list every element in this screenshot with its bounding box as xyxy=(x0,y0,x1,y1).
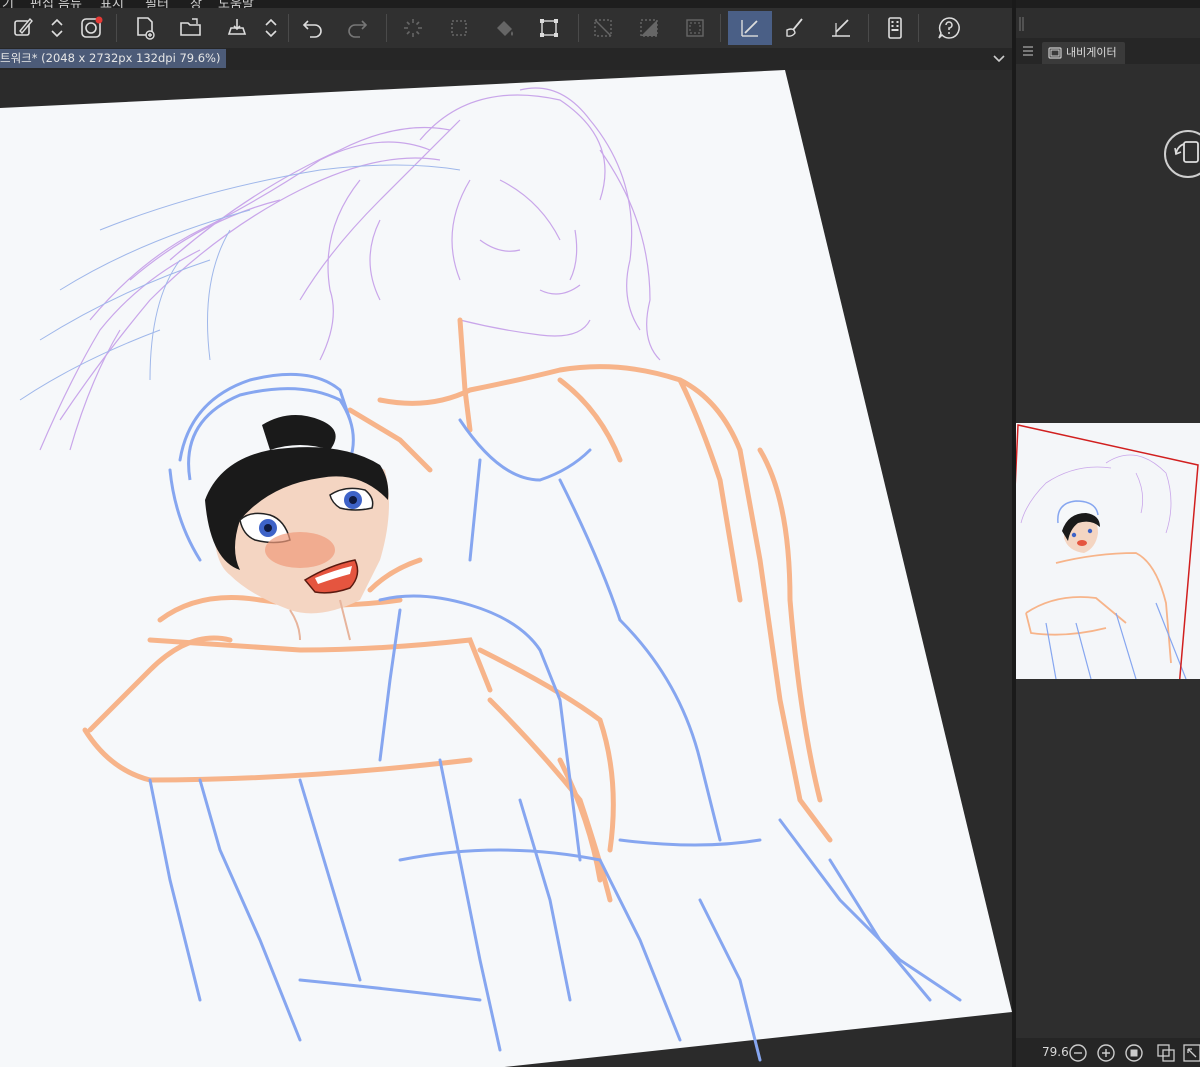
undo-icon[interactable] xyxy=(296,11,330,45)
zoom-in-icon[interactable] xyxy=(1096,1043,1116,1063)
updown-icon[interactable] xyxy=(40,11,74,45)
chevron-down-icon[interactable] xyxy=(990,50,1008,68)
new-file-icon[interactable] xyxy=(128,11,162,45)
zoom-out-icon[interactable] xyxy=(1068,1043,1088,1063)
loading-icon[interactable] xyxy=(396,11,430,45)
rotate-view-button[interactable] xyxy=(1164,130,1200,178)
toolbar-divider xyxy=(116,14,117,42)
selection-border-icon[interactable] xyxy=(678,11,712,45)
document-tab[interactable]: 트워크* (2048 x 2732px 132dpi 79.6%) xyxy=(0,49,227,68)
document-tab-bar: 트워크* (2048 x 2732px 132dpi 79.6%) xyxy=(0,48,1012,70)
drawing-canvas[interactable] xyxy=(0,70,1012,1067)
zoom-level[interactable]: 79.6 xyxy=(1042,1045,1069,1059)
transform-icon[interactable] xyxy=(532,11,566,45)
brush-icon[interactable] xyxy=(778,11,812,45)
navigator-tab-label: 내비게이터 xyxy=(1066,46,1117,59)
menu-icon[interactable] xyxy=(1022,46,1034,56)
menu-bar: 기 편집 음뉴 표시 필터 창 도움말 xyxy=(0,0,1200,8)
ruler-pen-icon[interactable] xyxy=(824,11,858,45)
help-icon[interactable] xyxy=(932,11,966,45)
edit-icon[interactable] xyxy=(6,11,40,45)
toolbar-divider xyxy=(386,14,387,42)
navigator-panel: 내비게이터 79.6 xyxy=(1016,8,1200,1067)
updown-icon[interactable] xyxy=(254,11,288,45)
toolbar-divider xyxy=(918,14,919,42)
command-bar xyxy=(0,8,1012,48)
navigator-icon xyxy=(1048,47,1062,59)
menu-item[interactable]: 편집 음뉴 xyxy=(30,0,82,8)
grip-icon[interactable] xyxy=(1018,16,1026,32)
toolbar-divider xyxy=(578,14,579,42)
fit-window-icon[interactable] xyxy=(1156,1043,1176,1063)
redo-icon[interactable] xyxy=(340,11,374,45)
canvas-paper xyxy=(0,70,1012,1067)
tab-navigator[interactable]: 내비게이터 xyxy=(1042,42,1125,64)
menu-item[interactable]: 표시 xyxy=(100,0,124,8)
menu-item[interactable]: 기 xyxy=(2,0,14,8)
navigator-preview[interactable] xyxy=(1016,423,1200,679)
fullscreen-icon[interactable] xyxy=(1182,1043,1200,1063)
menu-item[interactable]: 도움말 xyxy=(218,0,254,8)
menu-item[interactable]: 창 xyxy=(190,0,202,8)
ruler-icon[interactable] xyxy=(728,11,772,45)
companion-icon[interactable] xyxy=(74,11,108,45)
canvas-area[interactable] xyxy=(0,70,1012,1067)
save-icon[interactable] xyxy=(220,11,254,45)
select-dots-icon[interactable] xyxy=(442,11,476,45)
toolbar-divider xyxy=(288,14,289,42)
device-icon[interactable] xyxy=(878,11,912,45)
rotate-icon xyxy=(1174,141,1199,163)
fit-stop-icon[interactable] xyxy=(1124,1043,1144,1063)
open-folder-icon[interactable] xyxy=(174,11,208,45)
navigator-header: 내비게이터 xyxy=(1016,38,1200,64)
invert-selection-icon[interactable] xyxy=(632,11,666,45)
menu-item[interactable]: 필터 xyxy=(145,0,169,8)
toolbar-divider xyxy=(720,14,721,42)
fill-icon[interactable] xyxy=(488,11,522,45)
toolbar-divider xyxy=(868,14,869,42)
deselect-icon[interactable] xyxy=(586,11,620,45)
navigator-controls: 79.6 xyxy=(1016,1038,1200,1067)
